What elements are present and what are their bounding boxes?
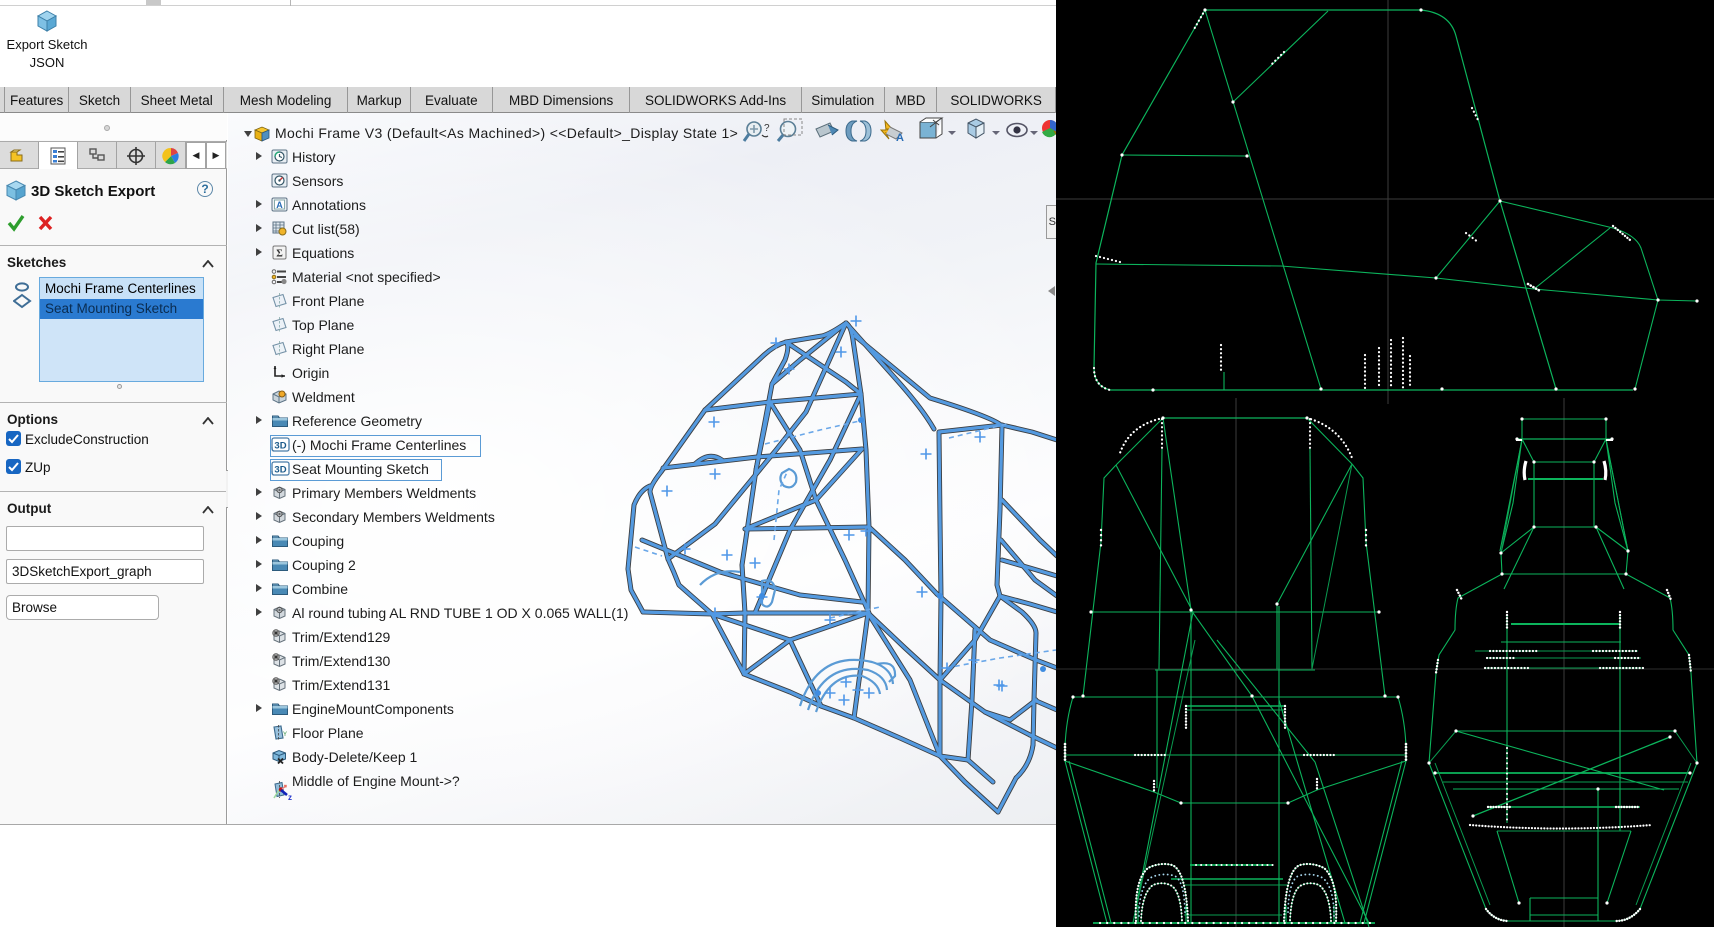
svg-text:Σ: Σ <box>276 249 283 260</box>
svg-text:Y: Y <box>283 732 287 738</box>
svg-text:A: A <box>276 200 283 210</box>
svg-text:?: ? <box>764 123 770 134</box>
svg-text:z: z <box>288 793 292 802</box>
svg-text:A: A <box>896 132 904 144</box>
